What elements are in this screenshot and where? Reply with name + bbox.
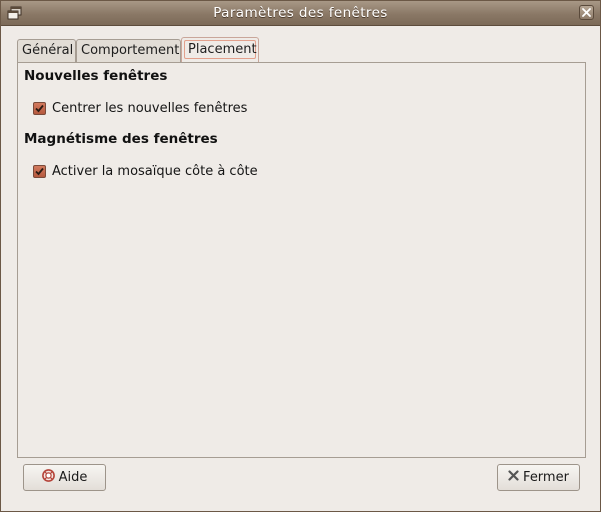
- tab-placement-label: Placement: [184, 40, 257, 59]
- tab-placement[interactable]: Placement: [181, 37, 259, 62]
- center-new-windows-checkbox[interactable]: [33, 102, 46, 115]
- tab-behavior[interactable]: Comportement: [76, 39, 181, 62]
- window-title: Paramètres des fenêtres: [213, 5, 388, 21]
- center-new-windows-option[interactable]: Centrer les nouvelles fenêtres: [33, 101, 247, 116]
- window-close-button[interactable]: [579, 5, 594, 20]
- close-icon: [582, 8, 591, 17]
- help-button-label: Aide: [58, 470, 88, 485]
- close-x-icon: [508, 470, 519, 485]
- help-button[interactable]: Aide: [23, 464, 106, 491]
- close-button[interactable]: Fermer: [497, 464, 580, 491]
- help-icon: [41, 469, 55, 486]
- side-by-side-tiling-checkbox[interactable]: [33, 165, 46, 178]
- side-by-side-tiling-label: Activer la mosaïque côte à côte: [52, 164, 258, 179]
- side-by-side-tiling-option[interactable]: Activer la mosaïque côte à côte: [33, 164, 258, 179]
- tab-behavior-label: Comportement: [81, 43, 180, 58]
- window-magnetism-heading: Magnétisme des fenêtres: [24, 131, 218, 147]
- window-settings-dialog: Paramètres des fenêtres Général Comporte…: [0, 0, 601, 512]
- tab-general-label: Général: [22, 43, 74, 58]
- checkmark-icon: [35, 104, 44, 113]
- new-windows-heading: Nouvelles fenêtres: [24, 68, 168, 84]
- title-bar[interactable]: Paramètres des fenêtres: [1, 1, 600, 26]
- tab-general[interactable]: Général: [17, 39, 76, 62]
- placement-panel: [17, 62, 586, 458]
- checkmark-icon: [35, 167, 44, 176]
- close-button-label: Fermer: [523, 470, 569, 485]
- center-new-windows-label: Centrer les nouvelles fenêtres: [52, 101, 248, 116]
